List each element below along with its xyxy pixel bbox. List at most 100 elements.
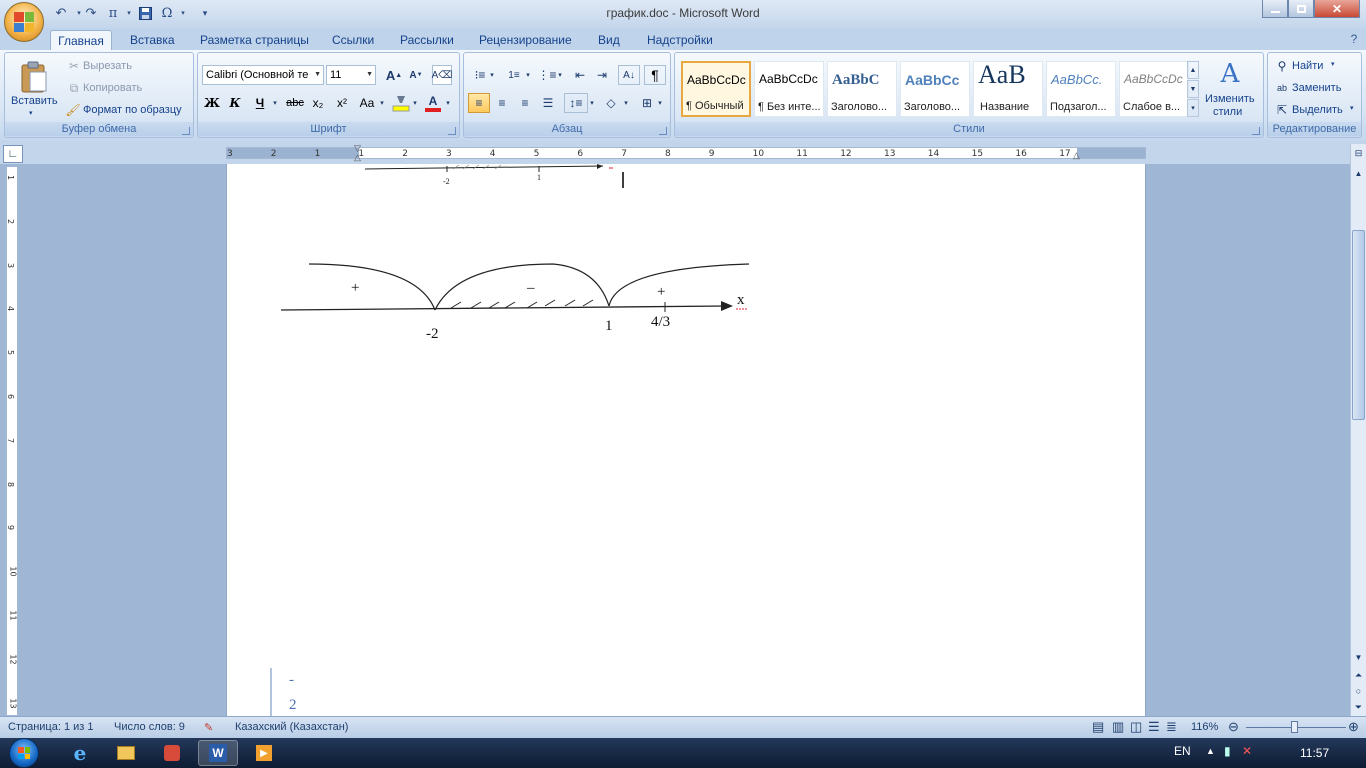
justify-icon[interactable]: ☰: [537, 93, 559, 113]
replace-button[interactable]: Заменить: [1292, 82, 1341, 94]
tab-addins[interactable]: Надстройки: [643, 30, 717, 50]
styles-scroll-down-icon[interactable]: ▼: [1187, 80, 1199, 98]
scroll-thumb[interactable]: [1352, 230, 1365, 420]
taskbar-explorer-icon[interactable]: [106, 740, 146, 766]
document-page[interactable]: -2 1 + – + x -2 1 4/3 - 2: [226, 164, 1146, 716]
font-color-dropdown-icon[interactable]: ▾: [444, 93, 452, 113]
change-styles-button-line2[interactable]: стили: [1213, 106, 1242, 118]
style-normal[interactable]: AaBbCcDc ¶ Обычный: [681, 61, 751, 117]
minimize-button[interactable]: [1262, 0, 1288, 18]
language-status[interactable]: Казахский (Казахстан): [235, 721, 348, 733]
browse-object-icon[interactable]: ○: [1352, 684, 1365, 698]
increase-indent-icon[interactable]: ⇥: [592, 65, 612, 85]
style-subtitle[interactable]: AaBbCc. Подзагол...: [1046, 61, 1116, 117]
borders-icon[interactable]: ⊞: [636, 93, 658, 113]
clipboard-dialog-launcher[interactable]: [182, 127, 190, 135]
taskbar-media-player-icon[interactable]: ▶: [244, 740, 284, 766]
save-icon[interactable]: [136, 5, 154, 21]
superscript-button[interactable]: x²: [332, 93, 352, 113]
paste-dropdown-icon[interactable]: ▾: [29, 109, 33, 117]
tab-mailings[interactable]: Рассылки: [396, 30, 458, 50]
cut-icon[interactable]: ✂: [67, 59, 81, 73]
case-dropdown-icon[interactable]: ▾: [378, 93, 386, 113]
underline-dropdown-icon[interactable]: ▾: [271, 93, 279, 113]
next-page-icon[interactable]: ⏷: [1352, 700, 1365, 714]
numbering-dropdown-icon[interactable]: ▾: [524, 65, 532, 85]
font-name-field[interactable]: Calibri (Основной те ▼: [202, 65, 324, 85]
align-center-icon[interactable]: ≡: [491, 93, 513, 113]
grow-font-icon[interactable]: A ▲: [384, 65, 404, 85]
subscript-button[interactable]: x₂: [308, 93, 328, 113]
redo-icon[interactable]: ↷: [82, 5, 100, 21]
find-dropdown-icon[interactable]: ▾: [1331, 60, 1335, 68]
copy-button[interactable]: Копировать: [83, 82, 142, 94]
customize-toolbar-icon[interactable]: ▾: [196, 5, 214, 21]
show-formatting-button[interactable]: ¶: [644, 65, 666, 85]
proofing-icon[interactable]: ✎: [204, 721, 213, 734]
bold-button[interactable]: Ж: [202, 93, 222, 113]
taskbar-app-icon[interactable]: [152, 740, 192, 766]
tab-references[interactable]: Ссылки: [328, 30, 378, 50]
styles-more-icon[interactable]: ▾: [1187, 99, 1199, 117]
select-button[interactable]: Выделить: [1292, 104, 1343, 116]
copy-icon[interactable]: ⧉: [67, 81, 81, 95]
style-title[interactable]: AaB Название: [973, 61, 1043, 117]
align-left-icon[interactable]: ≡: [468, 93, 490, 113]
scroll-up-icon[interactable]: ▲: [1352, 166, 1365, 180]
taskbar-ie-icon[interactable]: e: [60, 740, 100, 766]
shading-dropdown-icon[interactable]: ▾: [622, 93, 630, 113]
italic-button[interactable]: К: [225, 93, 245, 113]
network-icon[interactable]: ▮: [1224, 744, 1231, 758]
change-styles-icon[interactable]: A: [1213, 59, 1247, 89]
close-button[interactable]: ✕: [1314, 0, 1360, 18]
ruler-toggle-icon[interactable]: ⊟: [1352, 146, 1365, 160]
view-print-layout-icon[interactable]: ▤: [1092, 719, 1104, 735]
shrink-font-icon[interactable]: A ▼: [406, 65, 426, 85]
tab-view[interactable]: Вид: [594, 30, 624, 50]
word-count[interactable]: Число слов: 9: [114, 721, 185, 733]
font-color-icon[interactable]: A: [422, 93, 444, 113]
styles-dialog-launcher[interactable]: [1252, 127, 1260, 135]
zoom-level[interactable]: 116%: [1191, 721, 1218, 733]
view-web-icon[interactable]: ◫: [1130, 719, 1142, 735]
taskbar-word-icon[interactable]: W: [198, 740, 238, 766]
decrease-indent-icon[interactable]: ⇤: [570, 65, 590, 85]
change-case-button[interactable]: Aa: [356, 93, 378, 113]
undo-icon[interactable]: ↶: [52, 5, 70, 21]
paragraph-dialog-launcher[interactable]: [659, 127, 667, 135]
font-dialog-launcher[interactable]: [448, 127, 456, 135]
start-button[interactable]: [4, 738, 44, 768]
change-styles-button[interactable]: Изменить: [1205, 93, 1255, 105]
restore-button[interactable]: [1288, 0, 1314, 18]
symbol-dropdown-icon[interactable]: ▾: [174, 5, 192, 21]
view-full-screen-icon[interactable]: ▥: [1112, 719, 1124, 735]
multilevel-dropdown-icon[interactable]: ▾: [556, 65, 564, 85]
zoom-in-icon[interactable]: ⊕: [1348, 719, 1359, 735]
underline-button[interactable]: Ч: [250, 93, 270, 113]
left-indent-marker[interactable]: △: [354, 152, 361, 163]
help-icon[interactable]: ?: [1346, 31, 1362, 47]
style-subtle-emphasis[interactable]: AaBbCcDc Слабое в...: [1119, 61, 1189, 117]
volume-muted-icon[interactable]: ✕: [1242, 744, 1252, 758]
prev-page-icon[interactable]: ⏶: [1352, 668, 1365, 682]
strikethrough-button[interactable]: abc: [284, 93, 306, 113]
styles-scroll-up-icon[interactable]: ▲: [1187, 61, 1199, 79]
line-spacing-dropdown-icon[interactable]: ▾: [588, 93, 596, 113]
tab-home[interactable]: Главная: [50, 30, 112, 50]
style-heading-1[interactable]: AaBbC Заголово...: [827, 61, 897, 117]
paste-icon[interactable]: [13, 57, 55, 97]
tab-insert[interactable]: Вставка: [126, 30, 179, 50]
style-no-spacing[interactable]: AaBbCcDc ¶ Без инте...: [754, 61, 824, 117]
shading-icon[interactable]: ◇: [600, 93, 622, 113]
scroll-down-icon[interactable]: ▼: [1352, 650, 1365, 664]
find-button[interactable]: Найти: [1292, 60, 1323, 72]
line-spacing-icon[interactable]: ↕≡: [564, 93, 588, 113]
vertical-ruler[interactable]: 1 2 3 4 5 6 7 8 9 10 11 12 13: [6, 166, 18, 716]
clear-formatting-icon[interactable]: A⌫: [432, 65, 452, 85]
style-heading-2[interactable]: AaBbCc Заголово...: [900, 61, 970, 117]
zoom-out-icon[interactable]: ⊖: [1228, 719, 1239, 735]
select-dropdown-icon[interactable]: ▾: [1350, 104, 1354, 112]
vertical-scrollbar[interactable]: ⊟ ▲ ▼ ⏶ ○ ⏷: [1350, 144, 1366, 716]
office-button[interactable]: [4, 2, 44, 42]
input-language[interactable]: EN: [1174, 744, 1191, 758]
